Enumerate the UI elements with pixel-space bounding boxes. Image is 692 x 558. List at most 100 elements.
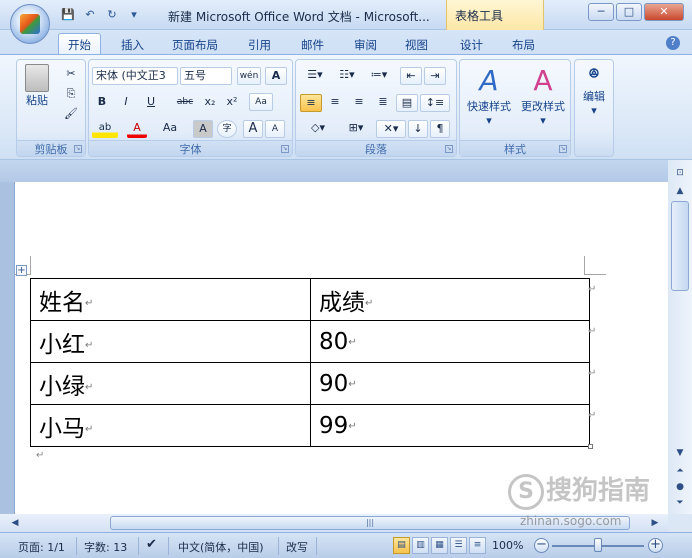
- font-name-select[interactable]: 宋体 (中文正3: [92, 67, 178, 85]
- tab-home[interactable]: 开始: [58, 33, 101, 54]
- decrease-indent-icon[interactable]: ⇤: [400, 67, 422, 85]
- customize-qat-icon[interactable]: ▾: [126, 7, 142, 23]
- help-icon[interactable]: ?: [666, 36, 680, 50]
- tab-insert[interactable]: 插入: [121, 33, 144, 54]
- italic-button[interactable]: I: [116, 94, 136, 112]
- cut-icon[interactable]: ✂: [61, 66, 81, 84]
- score-table[interactable]: 姓名↵ 成绩↵ 小红↵ 80↵ 小绿↵ 90↵ 小马↵ 99↵: [30, 278, 590, 447]
- copy-icon[interactable]: ⎘: [61, 86, 81, 104]
- minimize-button[interactable]: ─: [588, 3, 614, 21]
- align-left-icon[interactable]: ≡: [300, 94, 322, 112]
- font-size-select[interactable]: 五号: [180, 67, 232, 85]
- underline-button[interactable]: U: [140, 94, 162, 112]
- phonetic-guide-button[interactable]: wén: [237, 67, 261, 85]
- redo-icon[interactable]: ↻: [104, 7, 120, 23]
- sort-icon[interactable]: ↓: [408, 120, 428, 138]
- subscript-button[interactable]: x₂: [200, 94, 220, 112]
- view-ruler-icon[interactable]: ⊡: [671, 166, 689, 180]
- multilevel-list-icon[interactable]: ≔▾: [364, 67, 394, 85]
- char-border-button[interactable]: A: [265, 67, 287, 85]
- shading-icon[interactable]: ◇▾: [300, 120, 336, 138]
- web-layout-icon[interactable]: ▦: [431, 537, 448, 554]
- proofing-icon[interactable]: ✔: [146, 537, 157, 552]
- numbering-icon[interactable]: ☷▾: [332, 67, 362, 85]
- bullets-icon[interactable]: ☰▾: [300, 67, 330, 85]
- dialog-launcher-icon[interactable]: ↘: [74, 145, 82, 153]
- table-cell[interactable]: 90↵: [310, 362, 590, 405]
- table-cell[interactable]: 80↵: [310, 320, 590, 363]
- show-marks-icon[interactable]: ¶: [430, 120, 450, 138]
- tab-references[interactable]: 引用: [248, 33, 271, 54]
- vertical-scroll-thumb[interactable]: [671, 201, 689, 291]
- scroll-down-icon[interactable]: ▼: [671, 446, 689, 460]
- tab-layout[interactable]: 布局: [512, 33, 535, 54]
- quick-styles-button[interactable]: A 快速样式 ▾: [462, 64, 516, 127]
- undo-icon[interactable]: ↶: [82, 7, 98, 23]
- table-cell[interactable]: 小红↵: [30, 320, 311, 363]
- save-icon[interactable]: 💾: [60, 7, 76, 23]
- char-shading-button[interactable]: A: [193, 120, 213, 138]
- dialog-launcher-icon[interactable]: ↘: [559, 145, 567, 153]
- table-cell[interactable]: 小绿↵: [30, 362, 311, 405]
- editing-button[interactable]: ꔮ 编辑 ▾: [575, 66, 613, 117]
- scroll-up-icon[interactable]: ▲: [671, 184, 689, 198]
- change-styles-button[interactable]: A 更改样式 ▾: [516, 64, 570, 127]
- line-spacing-icon[interactable]: ↕≡: [420, 94, 450, 112]
- format-painter-icon[interactable]: 🖌: [61, 106, 81, 124]
- table-cell[interactable]: 99↵: [310, 404, 590, 447]
- office-button[interactable]: [10, 4, 50, 44]
- page-count[interactable]: 页面: 1/1: [18, 539, 65, 555]
- align-center-icon[interactable]: ≡: [324, 94, 346, 112]
- highlight-button[interactable]: ab: [92, 120, 118, 138]
- full-screen-reading-icon[interactable]: ▥: [412, 537, 429, 554]
- print-layout-view-icon[interactable]: ▤: [393, 537, 410, 554]
- chinese-layout-icon[interactable]: ✕▾: [376, 120, 406, 138]
- superscript-button[interactable]: x²: [222, 94, 242, 112]
- borders-icon[interactable]: ⊞▾: [338, 120, 374, 138]
- tab-page-layout[interactable]: 页面布局: [172, 33, 218, 54]
- word-count[interactable]: 字数: 13: [84, 539, 127, 555]
- zoom-out-button[interactable]: −: [534, 538, 549, 553]
- dialog-launcher-icon[interactable]: ↘: [281, 145, 289, 153]
- editing-group[interactable]: ꔮ 编辑 ▾: [574, 59, 614, 157]
- language-status[interactable]: 中文(简体，中国): [178, 539, 264, 555]
- table-cell[interactable]: 小马↵: [30, 404, 311, 447]
- maximize-button[interactable]: □: [616, 3, 642, 21]
- draft-view-icon[interactable]: ≡: [469, 537, 486, 554]
- vertical-scrollbar[interactable]: ⊡ ▲ ▼ ⏶ ● ⏷: [668, 160, 692, 514]
- table-move-handle-icon[interactable]: +: [16, 265, 27, 276]
- close-button[interactable]: ✕: [644, 3, 684, 21]
- dialog-launcher-icon[interactable]: ↘: [445, 145, 453, 153]
- enclose-char-button[interactable]: 字: [217, 120, 237, 138]
- next-page-icon[interactable]: ⏷: [671, 496, 689, 510]
- increase-indent-icon[interactable]: ⇥: [424, 67, 446, 85]
- grow-font-button[interactable]: A: [243, 120, 263, 138]
- zoom-level[interactable]: 100%: [492, 539, 523, 552]
- change-case-button[interactable]: Aa: [157, 120, 183, 138]
- shrink-font-button[interactable]: A: [265, 120, 285, 138]
- find-binoculars-icon: ꔮ: [588, 66, 600, 82]
- table-resize-handle[interactable]: [588, 444, 593, 449]
- tab-review[interactable]: 审阅: [354, 33, 377, 54]
- overtype-mode[interactable]: 改写: [286, 539, 308, 555]
- outline-view-icon[interactable]: ☰: [450, 537, 467, 554]
- zoom-slider-knob[interactable]: [594, 538, 602, 552]
- tab-mailings[interactable]: 邮件: [301, 33, 324, 54]
- distributed-icon[interactable]: ▤: [396, 94, 418, 112]
- prev-page-icon[interactable]: ⏶: [671, 464, 689, 478]
- font-color-button[interactable]: A: [127, 120, 147, 138]
- browse-object-icon[interactable]: ●: [671, 480, 689, 494]
- zoom-in-button[interactable]: +: [648, 538, 663, 553]
- scroll-right-icon[interactable]: ▶: [646, 516, 664, 530]
- clear-format-button[interactable]: Aa: [249, 93, 273, 111]
- paste-button[interactable]: 粘贴: [21, 64, 53, 108]
- tab-view[interactable]: 视图: [405, 33, 428, 54]
- table-cell[interactable]: 姓名↵: [30, 278, 311, 321]
- scroll-left-icon[interactable]: ◀: [6, 516, 24, 530]
- align-right-icon[interactable]: ≡: [348, 94, 370, 112]
- strikethrough-button[interactable]: abc: [172, 94, 198, 112]
- justify-icon[interactable]: ≣: [372, 94, 394, 112]
- table-cell[interactable]: 成绩↵: [310, 278, 590, 321]
- bold-button[interactable]: B: [92, 94, 112, 112]
- tab-design[interactable]: 设计: [460, 33, 483, 54]
